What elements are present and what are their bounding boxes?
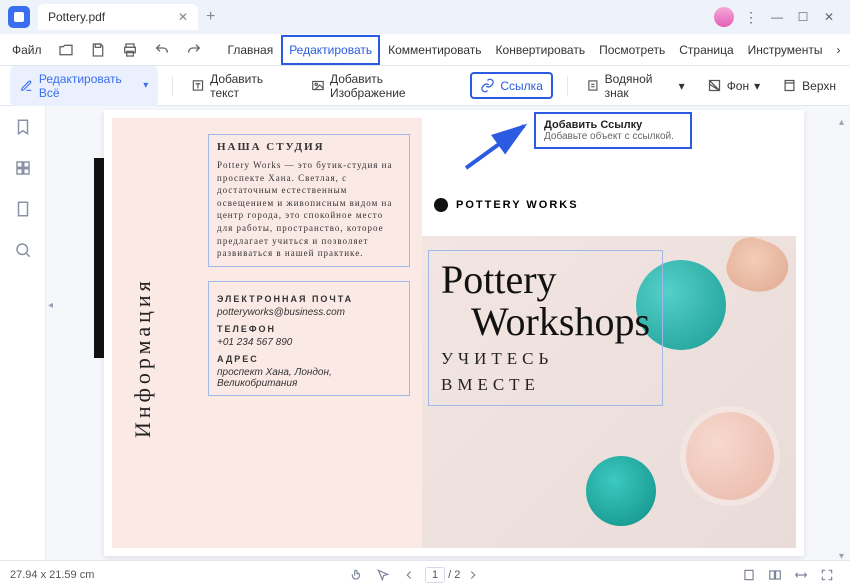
decorative-bar (94, 158, 104, 358)
page-left-column: Информация НАША СТУДИЯ Pottery Works — э… (112, 118, 422, 548)
hand-tool-icon[interactable] (344, 568, 370, 582)
address-value: проспект Хана, Лондон, Великобритания (217, 367, 401, 389)
page-layout-icon[interactable] (736, 568, 762, 582)
studio-heading: НАША СТУДИЯ (217, 141, 401, 153)
headline-2: Workshops (471, 301, 650, 343)
close-window-button[interactable]: ✕ (816, 4, 842, 30)
page-number-input[interactable]: 1 (425, 567, 445, 583)
status-bar: 27.94 x 21.59 cm 1 / 2 (0, 560, 850, 588)
phone-value: +01 234 567 890 (217, 337, 401, 348)
subhead-1: УЧИТЕСЬ (441, 349, 650, 369)
edit-toolbar: Редактировать Всё ▾ Добавить текст Добав… (0, 66, 850, 106)
add-text-label: Добавить текст (210, 72, 289, 100)
toolbar-divider (172, 76, 173, 96)
watermark-label: Водяной знак (605, 72, 674, 100)
document-tab[interactable]: Pottery.pdf ✕ (38, 4, 198, 30)
add-text-button[interactable]: Добавить текст (187, 68, 293, 104)
annotation-arrow (462, 120, 532, 172)
tab-close-icon[interactable]: ✕ (178, 10, 188, 24)
studio-block[interactable]: НАША СТУДИЯ Pottery Works — это бутик-ст… (208, 134, 410, 267)
minimize-button[interactable]: — (764, 4, 790, 30)
print-icon[interactable] (116, 38, 144, 62)
page-right-column: POTTERY WORKS Pottery Workshops УЧИТЕСЬ … (422, 118, 796, 548)
tab-page[interactable]: Страница (673, 37, 739, 63)
ribbon-tabs: Главная Редактировать Комментировать Кон… (222, 35, 847, 65)
background-button[interactable]: Фон ▾ (703, 74, 764, 97)
link-tooltip: Добавить Ссылку Добавьте объект с ссылко… (534, 112, 692, 149)
chevron-down-icon: ▾ (679, 79, 685, 93)
studio-body: Pottery Works — это бутик-студия на прос… (217, 159, 401, 260)
phone-heading: ТЕЛЕФОН (217, 324, 401, 334)
title-bar: Pottery.pdf ✕ + ⋮ — ☐ ✕ (0, 0, 850, 34)
headline-1: Pottery (441, 259, 650, 301)
tab-view[interactable]: Посмотреть (593, 37, 671, 63)
open-icon[interactable] (52, 38, 80, 62)
user-avatar[interactable] (714, 7, 734, 27)
tab-convert[interactable]: Конвертировать (490, 37, 592, 63)
undo-icon[interactable] (148, 38, 176, 62)
address-heading: АДРЕС (217, 354, 401, 364)
attachments-panel-icon[interactable] (14, 200, 32, 223)
left-sidebar (0, 106, 46, 560)
ruler-left-icon[interactable]: ◂ (48, 300, 53, 311)
watermark-button[interactable]: Водяной знак ▾ (582, 68, 689, 104)
select-tool-icon[interactable] (370, 568, 396, 582)
contact-block[interactable]: ЭЛЕКТРОННАЯ ПОЧТА potteryworks@business.… (208, 281, 410, 396)
fullscreen-icon[interactable] (814, 568, 840, 582)
link-label: Ссылка (500, 79, 542, 93)
next-page-icon[interactable] (460, 568, 486, 582)
pdf-page[interactable]: Информация НАША СТУДИЯ Pottery Works — э… (104, 110, 804, 556)
bookmark-panel-icon[interactable] (14, 118, 32, 141)
menu-file[interactable]: Файл (6, 37, 48, 63)
tooltip-title: Добавить Ссылку (544, 119, 682, 131)
redo-icon[interactable] (180, 38, 208, 62)
tooltip-body: Добавьте объект с ссылкой. (544, 131, 682, 142)
headline-block[interactable]: Pottery Workshops УЧИТЕСЬ ВМЕСТЕ (428, 250, 663, 406)
app-logo (8, 6, 30, 28)
thumbnails-panel-icon[interactable] (14, 159, 32, 182)
tab-edit[interactable]: Редактировать (281, 35, 380, 65)
more-menu-icon[interactable]: ⋮ (738, 4, 764, 30)
edit-all-button[interactable]: Редактировать Всё ▾ (10, 66, 158, 106)
subhead-2: ВМЕСТЕ (441, 375, 650, 395)
tab-tools[interactable]: Инструменты (742, 37, 829, 63)
fit-width-icon[interactable] (788, 568, 814, 582)
toolbar-divider (567, 76, 568, 96)
page-dimensions: 27.94 x 21.59 cm (10, 569, 94, 581)
scroll-down-icon[interactable] (839, 546, 847, 554)
brand-mark: POTTERY WORKS (434, 198, 579, 212)
search-panel-icon[interactable] (14, 241, 32, 264)
side-heading: Информация (130, 277, 156, 438)
tabs-overflow-icon[interactable]: › (830, 37, 846, 63)
edit-all-label: Редактировать Всё (39, 72, 137, 100)
add-image-label: Добавить Изображение (330, 72, 452, 100)
document-viewport[interactable]: Информация НАША СТУДИЯ Pottery Works — э… (46, 106, 850, 560)
chevron-down-icon: ▾ (143, 80, 148, 91)
header-footer-button[interactable]: Верхн (778, 74, 840, 97)
prev-page-icon[interactable] (396, 568, 422, 582)
email-value: potteryworks@business.com (217, 307, 401, 318)
tab-comment[interactable]: Комментировать (382, 37, 487, 63)
maximize-button[interactable]: ☐ (790, 4, 816, 30)
background-label: Фон (727, 79, 749, 93)
hero-bowl (680, 406, 780, 506)
brand-logo-icon (434, 198, 448, 212)
scroll-up-icon[interactable] (839, 112, 847, 120)
page-separator: / (448, 569, 451, 581)
brand-text: POTTERY WORKS (456, 199, 579, 211)
link-button[interactable]: Ссылка (470, 72, 552, 99)
save-icon[interactable] (84, 38, 112, 62)
new-tab-button[interactable]: + (206, 8, 215, 26)
add-image-button[interactable]: Добавить Изображение (307, 68, 456, 104)
hero-bowl (586, 456, 656, 526)
tab-home[interactable]: Главная (222, 37, 280, 63)
chevron-down-icon: ▾ (754, 79, 760, 93)
tab-title: Pottery.pdf (48, 10, 105, 24)
menu-bar: Файл Главная Редактировать Комментироват… (0, 34, 850, 66)
email-heading: ЭЛЕКТРОННАЯ ПОЧТА (217, 294, 401, 304)
hero-hand (721, 231, 795, 300)
header-footer-label: Верхн (802, 79, 836, 93)
two-page-icon[interactable] (762, 568, 788, 582)
